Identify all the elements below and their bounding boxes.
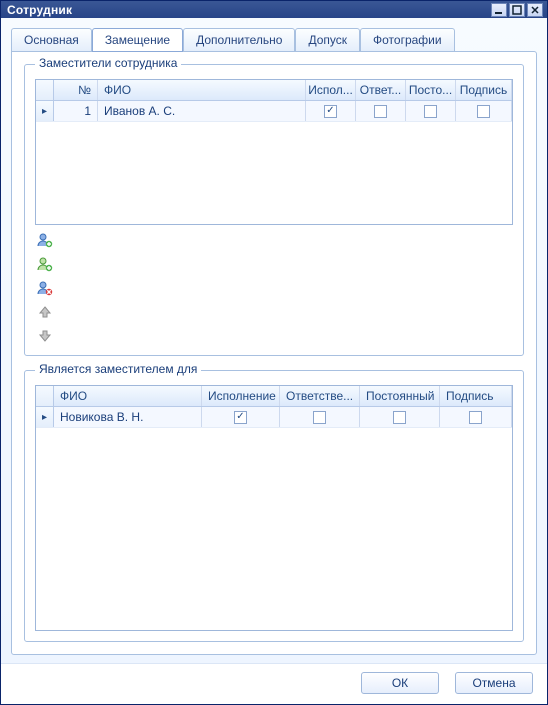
col-responsible[interactable]: Ответстве... (280, 386, 360, 406)
add-user-alt-button[interactable] (36, 255, 54, 273)
substitutes-toolbar (35, 229, 55, 345)
col-signature[interactable]: Подпись (440, 386, 512, 406)
maximize-button[interactable] (509, 3, 525, 17)
ok-button[interactable]: ОК (361, 672, 439, 694)
col-fio[interactable]: ФИО (98, 80, 306, 100)
substitutes-group: Заместители сотрудника № ФИО Испол... От… (24, 64, 524, 356)
substitute-for-legend: Является заместителем для (35, 362, 201, 376)
col-execution[interactable]: Испол... (306, 80, 356, 100)
cell-fio: Новикова В. Н. (54, 407, 202, 427)
cell-execution[interactable] (202, 407, 280, 427)
substitute-for-group: Является заместителем для ФИО Исполнение… (24, 370, 524, 642)
cell-execution[interactable] (306, 101, 356, 121)
tab-page-substitution: Заместители сотрудника № ФИО Испол... От… (11, 51, 537, 655)
row-indicator-icon (36, 101, 54, 121)
add-user-button[interactable] (36, 231, 54, 249)
table-row[interactable]: Новикова В. Н. (36, 407, 512, 428)
col-responsible[interactable]: Ответ... (356, 80, 406, 100)
row-selector-header (36, 386, 54, 406)
tab-additional[interactable]: Дополнительно (183, 28, 295, 51)
col-number[interactable]: № (54, 80, 98, 100)
tab-access[interactable]: Допуск (295, 28, 360, 51)
col-permanent[interactable]: Постоянный (360, 386, 440, 406)
col-execution[interactable]: Исполнение (202, 386, 280, 406)
remove-user-button[interactable] (36, 279, 54, 297)
tab-strip: Основная Замещение Дополнительно Допуск … (11, 28, 537, 51)
tab-substitution[interactable]: Замещение (92, 28, 183, 52)
window-title: Сотрудник (7, 3, 491, 17)
cell-responsible[interactable] (280, 407, 360, 427)
substitutes-grid[interactable]: № ФИО Испол... Ответ... Посто... Подпись… (35, 79, 513, 225)
cell-number: 1 (54, 101, 98, 121)
checkbox-icon[interactable] (234, 411, 247, 424)
table-row[interactable]: 1 Иванов А. С. (36, 101, 512, 122)
move-down-button[interactable] (36, 327, 54, 345)
col-permanent[interactable]: Посто... (406, 80, 456, 100)
tab-main[interactable]: Основная (11, 28, 92, 51)
cell-signature[interactable] (456, 101, 512, 121)
title-bar: Сотрудник (1, 1, 547, 18)
dialog-footer: ОК Отмена (1, 663, 547, 704)
employee-dialog: Сотрудник Основная Замещение Дополнитель… (0, 0, 548, 705)
cell-permanent[interactable] (406, 101, 456, 121)
checkbox-icon[interactable] (469, 411, 482, 424)
row-indicator-icon (36, 407, 54, 427)
substitutes-legend: Заместители сотрудника (35, 56, 181, 70)
row-selector-header (36, 80, 54, 100)
col-fio[interactable]: ФИО (54, 386, 202, 406)
close-button[interactable] (527, 3, 543, 17)
checkbox-icon[interactable] (374, 105, 387, 118)
tab-photos[interactable]: Фотографии (360, 28, 455, 51)
cell-responsible[interactable] (356, 101, 406, 121)
substitute-for-grid[interactable]: ФИО Исполнение Ответстве... Постоянный П… (35, 385, 513, 631)
move-up-button[interactable] (36, 303, 54, 321)
cell-fio: Иванов А. С. (98, 101, 306, 121)
checkbox-icon[interactable] (324, 105, 337, 118)
checkbox-icon[interactable] (477, 105, 490, 118)
cell-signature[interactable] (440, 407, 512, 427)
minimize-button[interactable] (491, 3, 507, 17)
checkbox-icon[interactable] (393, 411, 406, 424)
col-signature[interactable]: Подпись (456, 80, 512, 100)
cell-permanent[interactable] (360, 407, 440, 427)
checkbox-icon[interactable] (424, 105, 437, 118)
cancel-button[interactable]: Отмена (455, 672, 533, 694)
checkbox-icon[interactable] (313, 411, 326, 424)
